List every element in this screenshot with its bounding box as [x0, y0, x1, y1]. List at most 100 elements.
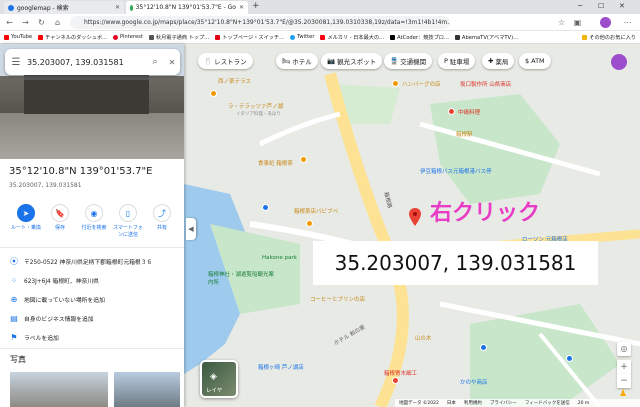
back-icon[interactable]: ← [4, 17, 15, 28]
info-row-add-business[interactable]: ▤ 自身のビジネス情報を追加 [0, 309, 184, 327]
directions-button[interactable]: ➤ ルート・乗換 [9, 204, 43, 231]
chip-hotel[interactable]: 🛏 ホテル [276, 53, 318, 69]
privacy-link[interactable]: プライバシー [490, 400, 517, 406]
clear-icon[interactable]: ✕ [164, 58, 180, 67]
close-tab-icon[interactable]: ✕ [115, 4, 120, 11]
poi-pin[interactable] [210, 90, 217, 97]
chip-atm[interactable]: $ ATM [519, 53, 551, 69]
forward-icon[interactable]: → [20, 17, 31, 28]
photo-thumbnail[interactable] [10, 372, 108, 407]
maximize-icon[interactable]: ☐ [598, 2, 604, 10]
bookmark-item[interactable]: チャンネルのダッシュボ... [38, 34, 107, 41]
road [258, 111, 341, 147]
park-area [470, 304, 620, 407]
send-to-phone-button[interactable]: ▯ スマートフォンに送信 [111, 204, 145, 238]
map-label: かのや商店 [460, 380, 488, 386]
bookmark-item[interactable]: AbemaTV(アベマTV)... [454, 34, 518, 41]
bookmark-item[interactable]: メルカリ - 日本最大の... [320, 34, 384, 41]
my-location-icon[interactable]: ◎ [617, 342, 631, 356]
search-box[interactable]: ☰ 35.203007, 139.031581 ⌕ ✕ [5, 49, 180, 75]
bookmark-item[interactable]: AtCoder：競技プロ... [390, 34, 449, 41]
photo-thumbnail[interactable] [114, 372, 180, 407]
bookmark-item[interactable]: トップページ・スイッチ... [215, 34, 284, 41]
pinterest-icon [112, 34, 118, 40]
address-bar[interactable]: https://www.google.co.jp/maps/place/35°1… [70, 16, 450, 29]
poi-pin[interactable] [262, 204, 269, 211]
nearby-button[interactable]: ◉ 付近を検索 [77, 204, 111, 231]
bookmark-item[interactable]: 秋月電子通商 トップ... [148, 34, 209, 41]
share-icon: ⤴ [153, 204, 171, 222]
directions-icon: ➤ [17, 204, 35, 222]
map-label: 西ノ茶テラス [218, 79, 251, 85]
bookmark-item[interactable]: Pinterest [112, 34, 143, 40]
browser-tab-active[interactable]: 35°12'10.8"N 139°01'53.7"E - Go ✕ [126, 1, 248, 14]
profile-avatar[interactable] [600, 17, 611, 28]
bookmarks-bar: YouTube チャンネルのダッシュボ... Pinterest 秋月電子通商 … [0, 31, 640, 44]
poi-pin[interactable] [566, 355, 573, 362]
pegman-icon[interactable]: ♟ [619, 389, 627, 399]
close-window-icon[interactable]: ✕ [619, 2, 625, 10]
map-data-credit: 地図データ ©2022 [399, 401, 439, 406]
collections-icon[interactable]: ▣ [572, 17, 583, 28]
info-row-add-place[interactable]: ⊕ 地図に載っていない場所を追加 [0, 290, 184, 308]
layers-icon: ◈ [210, 372, 217, 382]
home-icon[interactable]: ⌂ [52, 17, 63, 28]
new-tab-icon[interactable]: + [252, 1, 260, 11]
poi-pin[interactable] [392, 377, 399, 384]
photos-heading: 写真 [10, 355, 26, 364]
dropped-pin-icon[interactable] [409, 208, 421, 226]
close-tab-icon[interactable]: ✕ [239, 4, 244, 11]
chip-pharmacy[interactable]: ✚ 薬局 [482, 53, 515, 69]
youtube-icon [4, 34, 9, 40]
info-row-plus-code[interactable]: ⁘ 623J+6J4 箱根町、神奈川県 [0, 271, 184, 289]
divider [0, 247, 184, 248]
poi-pin[interactable] [480, 344, 487, 351]
terms-link[interactable]: 利用規約 [464, 400, 482, 406]
layer-toggle-button[interactable]: ◈ レイヤ [200, 360, 238, 398]
map-label: 箱根神社・湖遊覧船観光案内所 [208, 272, 275, 286]
place-subtitle: 35.203007, 139.031581 [9, 182, 82, 189]
feedback-link[interactable]: フィードバックを送信 [525, 400, 570, 406]
menu-icon[interactable]: ⋯ [622, 17, 633, 28]
search-icon[interactable]: ⌕ [146, 57, 164, 67]
chip-restaurant[interactable]: 🍴 レストラン [198, 53, 253, 69]
zoom-in-button[interactable]: + [617, 360, 631, 374]
poi-pin[interactable] [448, 108, 455, 115]
menu-icon[interactable]: ☰ [5, 57, 27, 68]
collapse-panel-button[interactable]: ◀ [186, 218, 196, 240]
other-favorites[interactable]: その他のお気に入り [582, 34, 640, 41]
chip-parking[interactable]: P 駐車場 [438, 53, 476, 69]
map-label: イタリア料理・あほり [236, 112, 281, 117]
right-click-annotation: 右クリック [430, 201, 541, 226]
chip-transit[interactable]: 🚆 交通機関 [384, 53, 433, 69]
browser-tab[interactable]: googlemap - 検索 ✕ [4, 1, 124, 14]
nearby-icon: ◉ [85, 204, 103, 222]
map-label: Hakone park [262, 255, 297, 261]
account-avatar[interactable] [611, 54, 627, 70]
zoom-out-button[interactable]: − [617, 374, 631, 388]
share-button[interactable]: ⤴ 共有 [145, 204, 179, 231]
favorites-icon[interactable]: ☆ [556, 17, 567, 28]
reload-icon[interactable]: ↻ [36, 17, 47, 28]
region-label[interactable]: 日本 [447, 400, 456, 406]
akizuki-icon [148, 34, 154, 40]
info-row-add-label[interactable]: ⚑ ラベルを追加 [0, 328, 184, 346]
save-button[interactable]: 🔖 保存 [43, 204, 77, 231]
search-input[interactable]: 35.203007, 139.031581 [27, 58, 146, 67]
bookmark-item[interactable]: YouTube [4, 34, 32, 40]
map-label: 食事処 箱根茶 [258, 161, 293, 167]
bookmark-item[interactable]: Twitter [290, 34, 314, 40]
label-icon: ⚑ [10, 332, 18, 342]
place-panel: ☰ 35.203007, 139.031581 ⌕ ✕ 35°12'10.8"N… [0, 44, 184, 407]
info-row-address[interactable]: ⦿ 〒250-0522 神奈川県足柄下郡箱根町元箱根３６ [0, 252, 184, 270]
poi-pin[interactable] [300, 156, 307, 163]
poi-pin[interactable] [392, 80, 399, 87]
chip-sightseeing[interactable]: 📷 観光スポット [321, 53, 383, 69]
map-label: 中嶋料理 [458, 110, 481, 116]
tab-title: 35°12'10.8"N 139°01'53.7"E - Go [135, 4, 236, 11]
layer-label: レイヤ [206, 388, 223, 394]
minimize-icon[interactable]: ─ [578, 2, 582, 10]
phone-icon: ▯ [119, 204, 137, 222]
restaurant-icon: 🍴 [204, 57, 213, 65]
poi-pin[interactable] [306, 220, 313, 227]
